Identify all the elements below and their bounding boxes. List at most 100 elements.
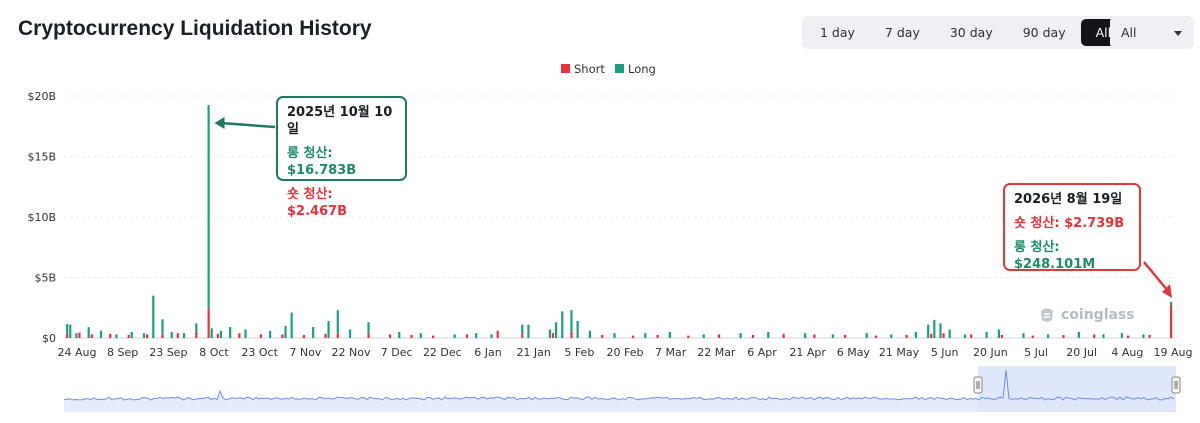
navigator-right-handle[interactable] bbox=[1171, 376, 1181, 394]
annotation-short-liquidation: 숏 청산: $2.467B bbox=[287, 187, 348, 219]
bar-short bbox=[127, 334, 130, 338]
bar-short bbox=[195, 331, 198, 338]
bar-long bbox=[963, 334, 967, 338]
bar-long bbox=[210, 328, 213, 338]
bar-long bbox=[115, 334, 118, 338]
bar-short bbox=[109, 333, 112, 338]
coinglass-watermark: coinglass bbox=[1037, 305, 1135, 325]
bar-short bbox=[1062, 334, 1065, 338]
bar-long bbox=[702, 334, 705, 338]
annotation-date: 2026년 8월 19일 bbox=[1014, 192, 1123, 207]
y-tick-label: $5B bbox=[34, 272, 56, 285]
x-tick-label: 4 Aug bbox=[1111, 346, 1143, 359]
bar-long bbox=[927, 324, 930, 338]
bar-long bbox=[348, 329, 352, 338]
bar-short bbox=[751, 334, 754, 338]
bar-short bbox=[161, 333, 164, 338]
bar-long bbox=[933, 319, 936, 338]
x-tick-label: 19 Aug bbox=[1154, 346, 1193, 359]
bar-long bbox=[87, 327, 90, 338]
handle-body bbox=[973, 376, 983, 394]
bar-long bbox=[644, 333, 647, 338]
x-tick-label: 23 Sep bbox=[149, 346, 187, 359]
bar-long bbox=[570, 310, 573, 332]
bar-long bbox=[985, 331, 988, 338]
legend-label-short: Short bbox=[574, 62, 605, 76]
annotation-callout-aug-2026: 2026년 8월 19일 숏 청산: $2.739B 롱 청산: $248.10… bbox=[1003, 183, 1141, 272]
bar-long bbox=[767, 331, 770, 338]
bar-short bbox=[66, 333, 69, 338]
bar-long bbox=[244, 329, 247, 338]
x-tick-label: 21 May bbox=[879, 346, 920, 359]
bar-long bbox=[1077, 331, 1080, 338]
bar-long bbox=[290, 312, 293, 338]
x-tick-label: 8 Oct bbox=[199, 346, 229, 359]
x-tick-label: 7 Dec bbox=[381, 346, 413, 359]
annotation-date: 2025년 10월 10일 bbox=[287, 105, 393, 137]
x-tick-label: 21 Apr bbox=[789, 346, 826, 359]
bar-long bbox=[75, 333, 78, 338]
x-tick-label: 22 Dec bbox=[423, 346, 462, 359]
x-tick-label: 6 May bbox=[837, 346, 871, 359]
bar-long bbox=[66, 324, 69, 334]
bar-long bbox=[327, 321, 330, 338]
bar-short bbox=[1000, 334, 1004, 338]
bar-long bbox=[475, 333, 478, 338]
annotation-callout-oct-2025: 2025년 10월 10일 롱 청산: $16.783B 숏 청산: $2.46… bbox=[276, 96, 407, 219]
bar-short bbox=[1093, 334, 1096, 338]
bar-long bbox=[229, 327, 232, 338]
x-tick-label: 6 Apr bbox=[747, 346, 777, 359]
bar-long bbox=[1120, 333, 1123, 338]
bar-long bbox=[521, 324, 524, 335]
bar-long bbox=[219, 330, 223, 338]
bar-long bbox=[195, 323, 198, 332]
bar-long bbox=[490, 334, 493, 338]
x-tick-label: 24 Aug bbox=[58, 346, 97, 359]
bar-short bbox=[302, 334, 306, 338]
bar-long bbox=[1102, 334, 1105, 338]
bar-short bbox=[521, 334, 524, 338]
annotation-arrow bbox=[220, 121, 276, 129]
bar-short bbox=[216, 333, 219, 338]
bar-short bbox=[324, 333, 327, 338]
bar-long bbox=[170, 331, 173, 338]
y-tick-label: $20B bbox=[27, 90, 56, 103]
legend-swatch-long bbox=[615, 64, 624, 73]
bar-long bbox=[865, 333, 868, 338]
y-tick-label: $0 bbox=[42, 332, 56, 345]
bar-short bbox=[90, 334, 93, 338]
bar-short bbox=[930, 333, 933, 338]
bar-short bbox=[336, 333, 339, 338]
bar-long bbox=[142, 333, 146, 338]
bar-short bbox=[551, 333, 555, 338]
bar-long bbox=[1170, 301, 1173, 305]
bar-long bbox=[939, 323, 942, 338]
x-tick-label: 20 Feb bbox=[607, 346, 644, 359]
bar-short bbox=[942, 333, 945, 338]
bar-long bbox=[398, 331, 401, 338]
navigator-left-handle[interactable] bbox=[973, 376, 983, 394]
bar-long bbox=[668, 331, 671, 338]
bar-long bbox=[367, 322, 370, 334]
bar-long bbox=[453, 334, 456, 338]
bar-short bbox=[496, 330, 499, 338]
bar-short bbox=[1126, 335, 1130, 338]
bar-short bbox=[78, 332, 81, 338]
bar-long bbox=[914, 331, 917, 338]
bar-long bbox=[99, 330, 103, 338]
legend-label-long: Long bbox=[628, 62, 656, 76]
x-tick-label: 20 Jul bbox=[1066, 346, 1097, 359]
bar-short bbox=[601, 334, 604, 338]
bar-long bbox=[312, 327, 315, 338]
bar-long bbox=[948, 329, 951, 338]
bar-long bbox=[269, 330, 272, 338]
bar-short bbox=[176, 333, 179, 338]
bar-short bbox=[970, 334, 973, 338]
bar-short bbox=[874, 335, 877, 338]
bar-short bbox=[259, 334, 262, 338]
x-tick-label: 5 Jul bbox=[1024, 346, 1048, 359]
x-tick-label: 7 Nov bbox=[289, 346, 321, 359]
bar-short bbox=[905, 334, 908, 338]
annotation-long-liquidation: 롱 청산: $248.101M bbox=[1014, 240, 1096, 272]
x-tick-label: 21 Jan bbox=[516, 346, 550, 359]
